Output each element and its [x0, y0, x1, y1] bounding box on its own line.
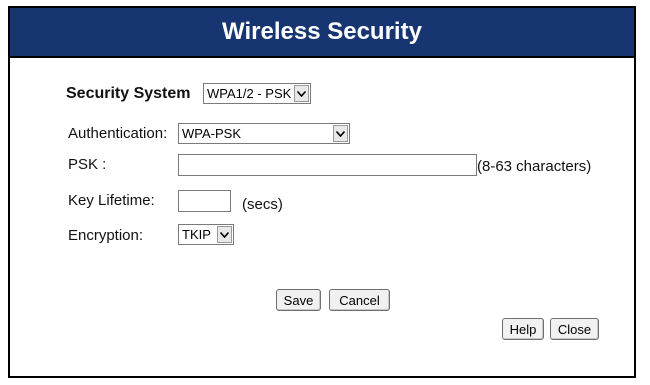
security-system-select[interactable]: WPA1/2 - PSK — [203, 83, 311, 104]
authentication-label: Authentication: — [68, 125, 168, 142]
chevron-down-icon[interactable] — [333, 125, 348, 142]
key-lifetime-input[interactable] — [178, 190, 231, 212]
page-title: Wireless Security — [10, 8, 634, 58]
key-lifetime-label: Key Lifetime: — [68, 192, 155, 209]
encryption-select[interactable]: TKIP — [178, 224, 234, 245]
close-button[interactable]: Close — [550, 318, 599, 340]
security-system-label: Security System — [66, 85, 191, 102]
psk-input[interactable] — [178, 154, 477, 176]
psk-label: PSK : — [68, 156, 107, 173]
security-system-value: WPA1/2 - PSK — [207, 86, 292, 101]
save-button[interactable]: Save — [276, 289, 321, 311]
psk-hint: (8-63 characters) — [477, 158, 592, 175]
help-button[interactable]: Help — [502, 318, 544, 340]
chevron-down-icon[interactable] — [294, 85, 309, 102]
cancel-button[interactable]: Cancel — [329, 289, 390, 311]
dialog-frame: Wireless Security Security System WPA1/2… — [8, 6, 636, 378]
key-lifetime-unit: (secs) — [242, 196, 283, 213]
authentication-value: WPA-PSK — [182, 126, 241, 141]
encryption-value: TKIP — [182, 227, 211, 242]
encryption-label: Encryption: — [68, 227, 144, 244]
chevron-down-icon[interactable] — [217, 226, 232, 243]
authentication-select[interactable]: WPA-PSK — [178, 123, 350, 144]
